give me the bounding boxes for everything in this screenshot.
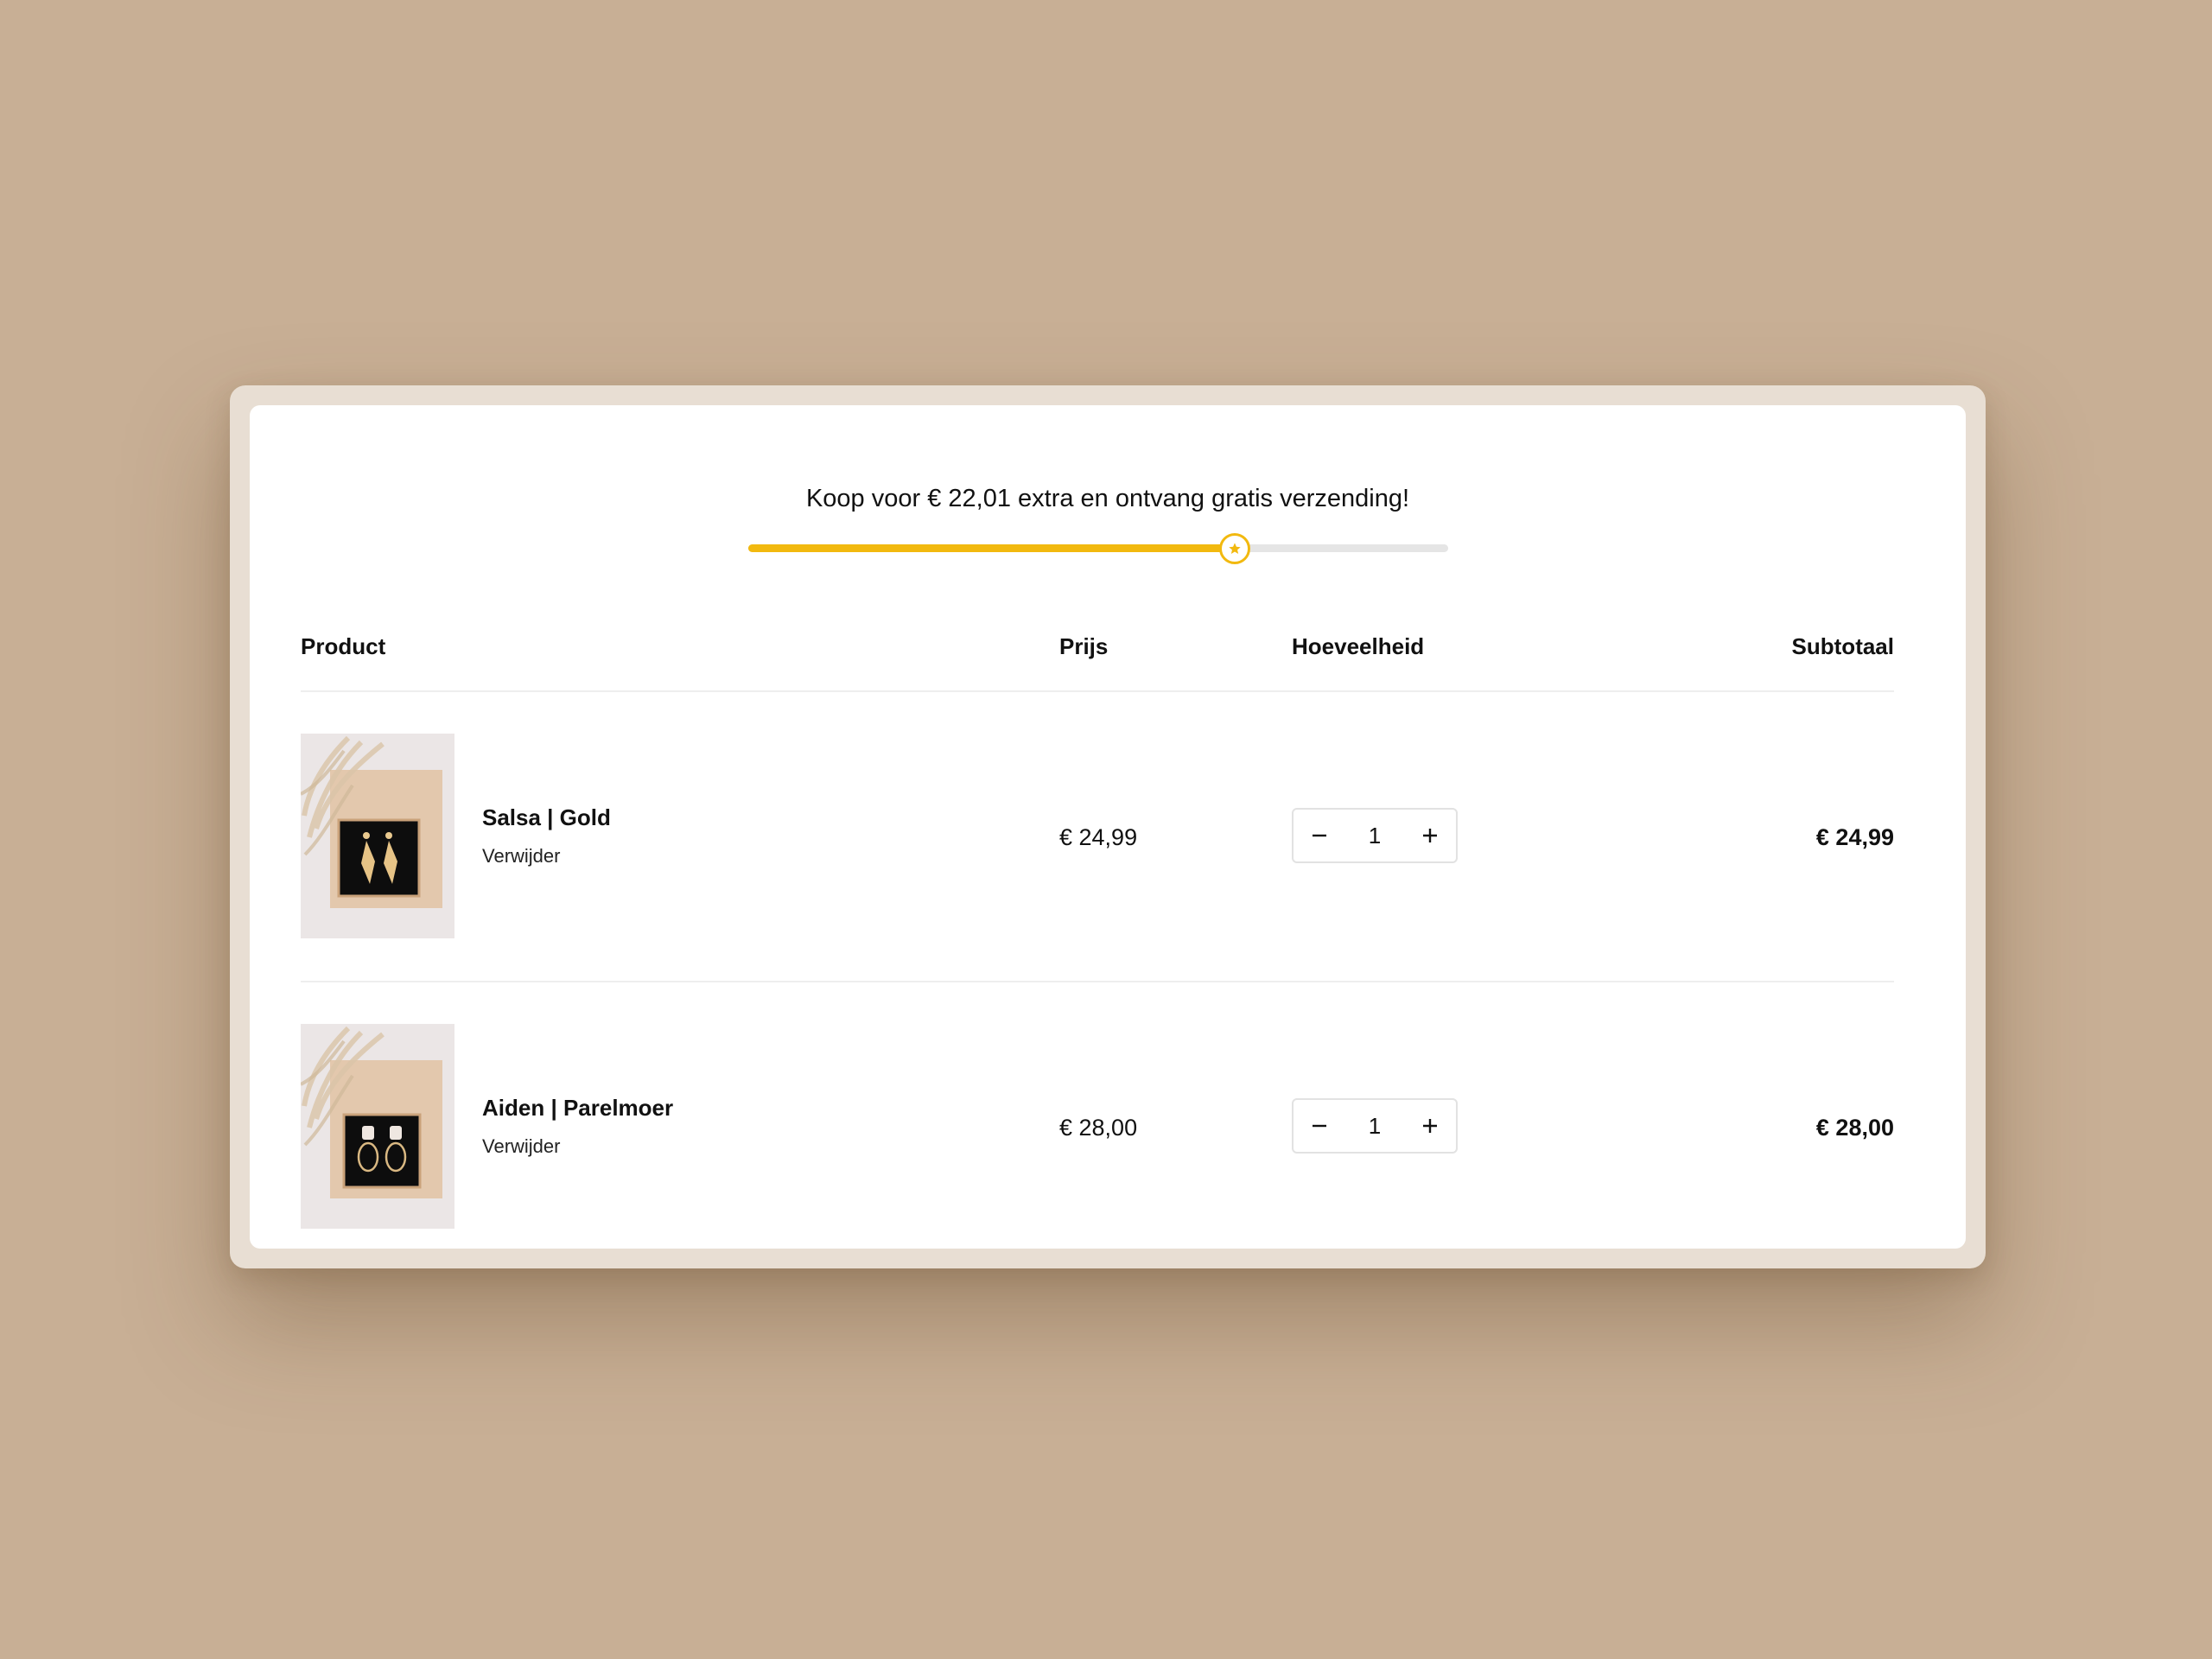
header-quantity: Hoeveelheid <box>1292 633 1425 659</box>
product-image[interactable] <box>301 734 454 938</box>
remove-item-link[interactable]: Verwijder <box>482 1135 560 1158</box>
cart-panel: Koop voor € 22,01 extra en ontvang grati… <box>250 405 1966 1249</box>
product-name[interactable]: Salsa | Gold <box>482 804 611 831</box>
quantity-stepper <box>1292 1098 1458 1154</box>
increase-quantity-button[interactable] <box>1404 810 1456 861</box>
star-icon <box>1218 532 1250 564</box>
free-shipping-progress-bar <box>748 532 1448 564</box>
cart-row: Salsa | Gold Verwijder € 24,99 € 24,99 <box>301 692 1894 982</box>
decrease-quantity-button[interactable] <box>1294 810 1345 861</box>
product-price: € 28,00 <box>1059 1115 1138 1141</box>
header-product: Product <box>301 633 386 659</box>
progress-fill <box>748 544 1235 552</box>
free-shipping-message: Koop voor € 22,01 extra en ontvang grati… <box>805 485 1410 512</box>
earring-hoop-pearl-icon <box>301 1024 454 1229</box>
product-price: € 24,99 <box>1059 824 1138 850</box>
earring-leaf-gold-icon <box>301 734 454 938</box>
plus-icon <box>1423 1119 1437 1133</box>
header-subtotal: Subtotaal <box>1791 633 1894 659</box>
quantity-stepper <box>1292 808 1458 863</box>
plus-icon <box>1423 829 1437 842</box>
decrease-quantity-button[interactable] <box>1294 1100 1345 1152</box>
quantity-input[interactable] <box>1349 822 1401 849</box>
minus-icon <box>1313 1124 1326 1128</box>
product-name[interactable]: Aiden | Parelmoer <box>482 1095 673 1122</box>
header-price: Prijs <box>1059 633 1109 659</box>
product-image[interactable] <box>301 1024 454 1229</box>
cart-table: Product Prijs Hoeveelheid Subtotaal Sals… <box>301 621 1894 1249</box>
minus-icon <box>1313 834 1326 837</box>
line-subtotal: € 28,00 <box>1815 1115 1894 1141</box>
quantity-input[interactable] <box>1349 1112 1401 1140</box>
increase-quantity-button[interactable] <box>1404 1100 1456 1152</box>
line-subtotal: € 24,99 <box>1815 824 1894 850</box>
remove-item-link[interactable]: Verwijder <box>482 845 560 868</box>
cart-row: Aiden | Parelmoer Verwijder € 28,00 € 28… <box>301 982 1894 1249</box>
cart-table-header: Product Prijs Hoeveelheid Subtotaal <box>301 621 1894 692</box>
